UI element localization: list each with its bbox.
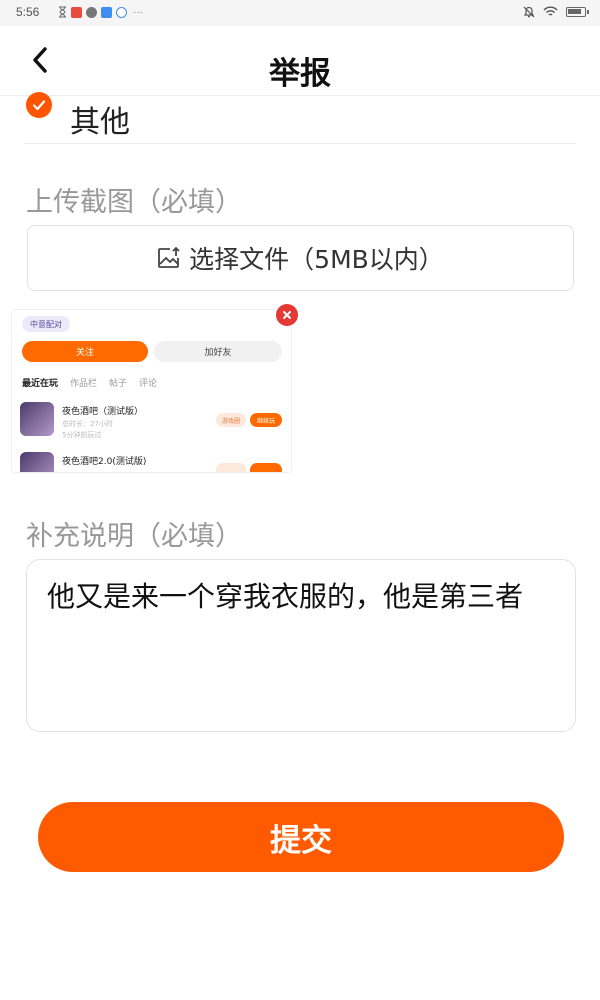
thumb-tab: 评论 <box>139 379 158 389</box>
submit-button[interactable]: 提交 <box>38 802 564 872</box>
wifi-icon <box>543 6 558 16</box>
remove-screenshot-button[interactable] <box>276 304 298 326</box>
thumb-game-meta: 总时长：27小时 <box>62 420 113 428</box>
thumb-game-play-tag: 继续玩 <box>250 413 282 427</box>
uploaded-screenshot-thumbnail[interactable]: 中意配对 关注 加好友 最近在玩 作品栏 帖子 评论 夜色酒吧（测试版） 总时长… <box>12 310 291 472</box>
status-more: ··· <box>133 6 143 18</box>
status-time: 5:56 <box>16 5 40 19</box>
header: 举报 <box>0 26 600 96</box>
checkmark-icon[interactable] <box>26 92 52 118</box>
thumb-tabs: 最近在玩 作品栏 帖子 评论 <box>22 376 157 389</box>
screenshot-section-label: 上传截图（必填） <box>26 187 242 218</box>
thumb-list-item: 夜色酒吧2.0(测试版) <box>20 452 286 472</box>
choose-file-button[interactable]: 选择文件（5MB以内） <box>27 225 574 291</box>
battery-icon <box>566 7 589 17</box>
thumb-tab: 最近在玩 <box>22 379 59 389</box>
blue-app-icon <box>101 6 112 18</box>
description-textarea[interactable]: 他又是来一个穿我衣服的，他是第三者 <box>26 559 576 732</box>
thumb-tab: 作品栏 <box>70 379 98 389</box>
notification-icons: ··· <box>58 5 143 19</box>
thumb-game-tag <box>216 463 246 472</box>
thumb-game-play-tag <box>250 463 282 472</box>
thumb-add-friend-button: 加好友 <box>154 341 282 362</box>
thumb-game-meta: 5分钟前玩过 <box>62 431 102 439</box>
thumb-follow-button: 关注 <box>22 341 148 362</box>
close-icon <box>283 311 291 319</box>
red-app-icon <box>71 6 82 18</box>
mute-icon <box>523 6 535 18</box>
thumb-game-avatar <box>20 452 54 472</box>
choose-file-label: 选择文件（5MB以内） <box>189 245 444 274</box>
image-upload-icon <box>158 247 180 268</box>
thumb-game-avatar <box>20 402 54 436</box>
thumb-list-item: 夜色酒吧（测试版） 总时长：27小时 5分钟前玩过 游戏圈 继续玩 <box>20 402 286 442</box>
thumb-pill: 中意配对 <box>22 316 70 332</box>
system-icons <box>523 5 589 19</box>
hourglass-icon <box>59 6 66 18</box>
thumb-game-name: 夜色酒吧（测试版） <box>62 407 144 417</box>
report-reason-option[interactable]: 其他 <box>24 92 576 144</box>
status-bar: 5:56 ··· <box>0 0 600 26</box>
thumb-tab: 帖子 <box>109 379 128 389</box>
description-section-label: 补充说明（必填） <box>26 521 242 552</box>
thumb-game-tag: 游戏圈 <box>216 413 246 427</box>
thumb-game-name: 夜色酒吧2.0(测试版) <box>62 457 147 467</box>
wechat-icon <box>86 6 97 18</box>
option-label: 其他 <box>70 105 130 140</box>
page-title: 举报 <box>269 56 331 92</box>
browser-icon <box>116 6 127 18</box>
